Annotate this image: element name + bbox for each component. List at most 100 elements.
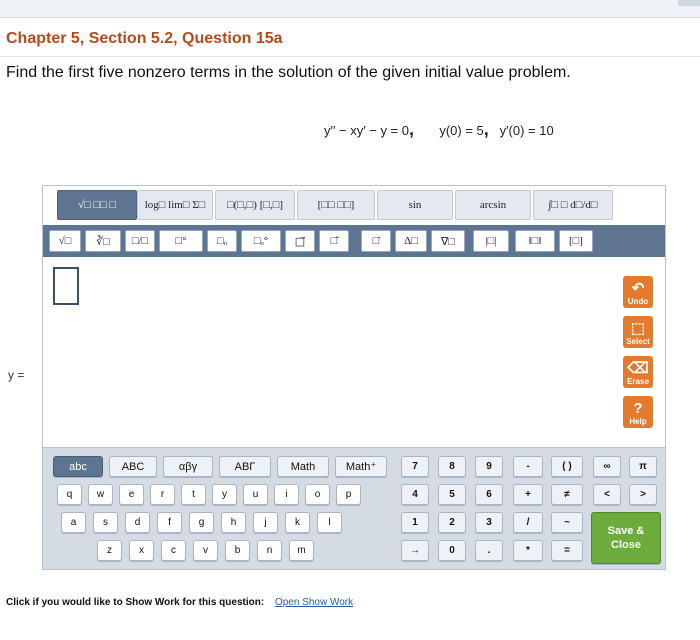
key-c[interactable]: c bbox=[161, 540, 186, 561]
key-not-equal[interactable]: ≠ bbox=[551, 484, 583, 505]
delta-button[interactable]: Δ□ bbox=[395, 230, 427, 252]
key-d[interactable]: d bbox=[125, 512, 150, 533]
key-x[interactable]: x bbox=[129, 540, 154, 561]
key-n[interactable]: n bbox=[257, 540, 282, 561]
key-m[interactable]: m bbox=[289, 540, 314, 561]
key-3[interactable]: 3 bbox=[475, 512, 503, 533]
top-bar bbox=[0, 0, 700, 18]
select-label: Select bbox=[626, 337, 650, 346]
question-text: Find the first five nonzero terms in the… bbox=[6, 64, 571, 81]
tab-greek-upper[interactable]: ABΓ bbox=[219, 456, 271, 477]
key-i[interactable]: i bbox=[274, 484, 299, 505]
open-show-work-link[interactable]: Open Show Work bbox=[275, 597, 353, 608]
key-9[interactable]: 9 bbox=[475, 456, 503, 477]
undo-label: Undo bbox=[627, 297, 649, 306]
key-infinity[interactable]: ∞ bbox=[593, 456, 621, 477]
page-title: Chapter 5, Section 5.2, Question 15a bbox=[6, 30, 283, 47]
help-button[interactable]: ? Help bbox=[623, 396, 653, 428]
key-z[interactable]: z bbox=[97, 540, 122, 561]
key-divide[interactable]: / bbox=[513, 512, 543, 533]
key-u[interactable]: u bbox=[243, 484, 268, 505]
key-6[interactable]: 6 bbox=[475, 484, 503, 505]
tab-ABC[interactable]: ABC bbox=[109, 456, 157, 477]
select-button[interactable]: ⬚ Select bbox=[623, 316, 653, 348]
key-right-arrow[interactable]: → bbox=[401, 540, 429, 561]
subscript-button[interactable]: □ₒ bbox=[207, 230, 237, 252]
key-j[interactable]: j bbox=[253, 512, 278, 533]
sqrt-button[interactable]: √□ bbox=[49, 230, 81, 252]
key-equals[interactable]: = bbox=[551, 540, 583, 561]
answer-input-box[interactable] bbox=[53, 267, 79, 305]
toolbar-row-1: √□ □□ □ log□ lim□ Σ□ □(□,□) [□,□] [□□ □□… bbox=[43, 186, 665, 225]
tab-math-plus[interactable]: Math⁺ bbox=[335, 456, 387, 477]
key-multiply[interactable]: * bbox=[513, 540, 543, 561]
hat-button[interactable]: □̂ bbox=[319, 230, 349, 252]
key-f[interactable]: f bbox=[157, 512, 182, 533]
fraction-button[interactable]: □/□ bbox=[125, 230, 155, 252]
dot-button[interactable]: □̇ bbox=[361, 230, 391, 252]
norm-button[interactable]: ‖□‖ bbox=[515, 230, 555, 252]
backspace-icon: ⌫ bbox=[627, 360, 649, 377]
key-q[interactable]: q bbox=[57, 484, 82, 505]
absolute-value-button[interactable]: |□| bbox=[473, 230, 509, 252]
undo-icon: ↶ bbox=[631, 280, 645, 297]
template-inverse-trig-button[interactable]: arcsin bbox=[455, 190, 531, 220]
template-matrix-button[interactable]: [□□ □□] bbox=[297, 190, 375, 220]
key-greater-than[interactable]: > bbox=[629, 484, 657, 505]
template-interval-button[interactable]: □(□,□) [□,□] bbox=[215, 190, 295, 220]
tab-math[interactable]: Math bbox=[277, 456, 329, 477]
key-tilde[interactable]: ~ bbox=[551, 512, 583, 533]
nabla-button[interactable]: ∇□ bbox=[431, 230, 465, 252]
key-k[interactable]: k bbox=[285, 512, 310, 533]
save-close-button[interactable]: Save & Close bbox=[591, 512, 661, 564]
template-trig-button[interactable]: sin bbox=[377, 190, 453, 220]
help-label: Help bbox=[629, 417, 647, 426]
key-r[interactable]: r bbox=[150, 484, 175, 505]
key-s[interactable]: s bbox=[93, 512, 118, 533]
show-work-row: Click if you would like to Show Work for… bbox=[6, 597, 353, 608]
key-minus[interactable]: - bbox=[513, 456, 543, 477]
key-0[interactable]: 0 bbox=[438, 540, 466, 561]
key-b[interactable]: b bbox=[225, 540, 250, 561]
key-a[interactable]: a bbox=[61, 512, 86, 533]
key-w[interactable]: w bbox=[88, 484, 113, 505]
template-log-limit-sum-button[interactable]: log□ lim□ Σ□ bbox=[137, 190, 213, 220]
key-pi[interactable]: π bbox=[629, 456, 657, 477]
key-4[interactable]: 4 bbox=[401, 484, 429, 505]
comma-separator: , bbox=[483, 119, 489, 139]
tab-greek-lower[interactable]: αβγ bbox=[163, 456, 213, 477]
tab-abc[interactable]: abc bbox=[53, 456, 103, 477]
key-y[interactable]: y bbox=[212, 484, 237, 505]
key-h[interactable]: h bbox=[221, 512, 246, 533]
key-decimal[interactable]: . bbox=[475, 540, 503, 561]
key-l[interactable]: l bbox=[317, 512, 342, 533]
erase-button[interactable]: ⌫ Erase bbox=[623, 356, 653, 388]
key-plus[interactable]: + bbox=[513, 484, 543, 505]
brackets-button[interactable]: [□] bbox=[559, 230, 593, 252]
key-v[interactable]: v bbox=[193, 540, 218, 561]
sub-superscript-button[interactable]: □ₒ° bbox=[241, 230, 281, 252]
undo-button[interactable]: ↶ Undo bbox=[623, 276, 653, 308]
key-g[interactable]: g bbox=[189, 512, 214, 533]
key-o[interactable]: o bbox=[305, 484, 330, 505]
key-2[interactable]: 2 bbox=[438, 512, 466, 533]
key-5[interactable]: 5 bbox=[438, 484, 466, 505]
key-t[interactable]: t bbox=[181, 484, 206, 505]
vector-button[interactable]: □⃗ bbox=[285, 230, 315, 252]
superscript-button[interactable]: □° bbox=[159, 230, 203, 252]
toolbar-row-2: √□ ∛□ □/□ □° □ₒ □ₒ° □⃗ □̂ □̇ Δ□ ∇□ |□| ‖… bbox=[43, 225, 665, 257]
template-calculus-button[interactable]: ∫□ □ d□/d□ bbox=[533, 190, 613, 220]
template-roots-fractions-button[interactable]: √□ □□ □ bbox=[57, 190, 137, 220]
key-1[interactable]: 1 bbox=[401, 512, 429, 533]
key-less-than[interactable]: < bbox=[593, 484, 621, 505]
key-p[interactable]: p bbox=[336, 484, 361, 505]
nth-root-button[interactable]: ∛□ bbox=[85, 230, 121, 252]
initial-condition-2: y′(0) = 10 bbox=[499, 123, 554, 138]
key-parentheses[interactable]: ( ) bbox=[551, 456, 583, 477]
erase-label: Erase bbox=[627, 377, 649, 386]
top-bar-tab[interactable] bbox=[678, 0, 700, 6]
key-8[interactable]: 8 bbox=[438, 456, 466, 477]
key-e[interactable]: e bbox=[119, 484, 144, 505]
key-7[interactable]: 7 bbox=[401, 456, 429, 477]
ode-text: y′′ − xy′ − y = 0 bbox=[324, 123, 409, 138]
